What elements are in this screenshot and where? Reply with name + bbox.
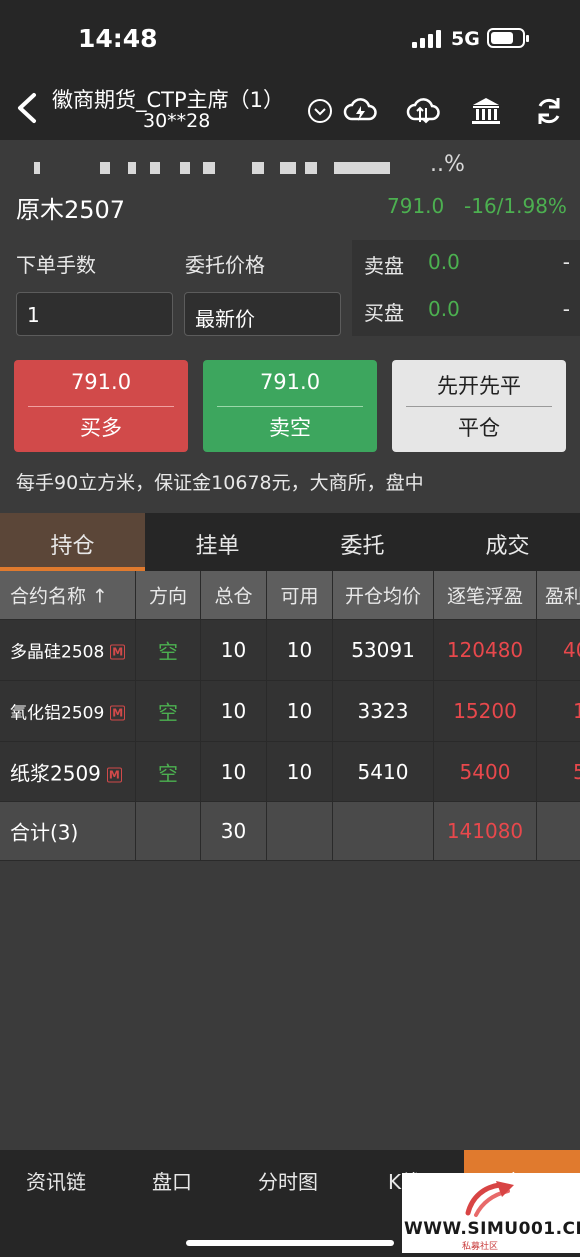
signal-icon bbox=[412, 30, 444, 48]
chevron-down-icon[interactable] bbox=[305, 96, 335, 126]
positions-table: 合约名称 ↑ 方向 总仓 可用 开仓均价 逐笔浮盈 盈利 多晶硅2508 M 空 … bbox=[0, 571, 580, 861]
header-total[interactable]: 总仓 bbox=[201, 571, 267, 620]
total-positions: 30 bbox=[201, 802, 267, 861]
home-indicator[interactable] bbox=[186, 1240, 394, 1246]
bid-label: 买盘 bbox=[364, 301, 404, 325]
row-float-pnl: 15200 bbox=[434, 681, 537, 742]
total-label: 合计(3) bbox=[0, 802, 136, 861]
contract-note: 每手90立方米，保证金10678元，大商所，盘中 bbox=[16, 472, 424, 494]
watermark-url: WWW.SIMU001.CN bbox=[404, 1219, 580, 1239]
battery-icon bbox=[487, 28, 529, 48]
cloud-sync-icon[interactable] bbox=[406, 94, 440, 128]
tab-positions[interactable]: 持仓 bbox=[0, 513, 145, 571]
row-contract: 氧化铝2509 M bbox=[0, 681, 136, 742]
blurred-info-strip: ..% bbox=[0, 140, 580, 190]
row-total: 10 bbox=[201, 620, 267, 681]
row-available: 10 bbox=[267, 742, 333, 802]
price-input[interactable]: 最新价 bbox=[184, 292, 341, 336]
order-book: 卖盘 0.0 - 买盘 0.0 - bbox=[352, 240, 580, 336]
row-direction: 空 bbox=[136, 681, 201, 742]
row-direction: 空 bbox=[136, 742, 201, 802]
sell-label: 卖空 bbox=[269, 416, 311, 440]
row-pnl: 5 bbox=[537, 742, 580, 802]
header-available[interactable]: 可用 bbox=[267, 571, 333, 620]
table-total-row: 合计(3) 30 141080 bbox=[0, 802, 580, 861]
row-float-pnl: 120480 bbox=[434, 620, 537, 681]
quote-row: 原木2507 791.0 -16/1.98% bbox=[0, 190, 580, 232]
account-number: 30**28 bbox=[143, 110, 211, 132]
row-contract: 多晶硅2508 M bbox=[0, 620, 136, 681]
table-row[interactable]: 多晶硅2508M 空 10 10 53091 120480 40 bbox=[0, 620, 580, 681]
qty-label: 下单手数 bbox=[16, 253, 96, 277]
buy-price: 791.0 bbox=[70, 370, 132, 394]
bid-volume: - bbox=[562, 297, 570, 321]
row-avg-price: 3323 bbox=[333, 681, 434, 742]
table-row[interactable]: 氧化铝2509 M 空 10 10 3323 15200 1 bbox=[0, 681, 580, 742]
back-icon[interactable] bbox=[12, 92, 44, 124]
partial-percent-text: ..% bbox=[430, 152, 465, 177]
network-type: 5G bbox=[451, 28, 480, 50]
refresh-icon[interactable] bbox=[532, 94, 566, 128]
ask-price: 0.0 bbox=[428, 250, 460, 274]
header-contract[interactable]: 合约名称 ↑ bbox=[0, 571, 136, 620]
watermark-logo bbox=[465, 1181, 514, 1217]
sell-short-button[interactable]: 791.0 卖空 bbox=[203, 360, 377, 452]
nav-order-book[interactable]: 盘口 bbox=[152, 1166, 192, 1195]
row-avg-price: 53091 bbox=[333, 620, 434, 681]
price-label: 委托价格 bbox=[185, 253, 265, 277]
status-time: 14:48 bbox=[78, 24, 158, 53]
last-price: 791.0 bbox=[387, 194, 445, 218]
ask-row: 卖盘 0.0 - bbox=[364, 250, 570, 280]
contract-name[interactable]: 原木2507 bbox=[16, 190, 125, 225]
header-bar: 徽商期货_CTP主席（1） 30**28 bbox=[0, 80, 580, 140]
ask-volume: - bbox=[562, 250, 570, 274]
nav-news-chain[interactable]: 资讯链 bbox=[26, 1166, 86, 1195]
bank-icon[interactable] bbox=[469, 94, 503, 128]
buy-label: 买多 bbox=[80, 416, 122, 440]
table-row[interactable]: 纸浆2509 M 空 10 10 5410 5400 5 bbox=[0, 742, 580, 802]
header-avg-price[interactable]: 开仓均价 bbox=[333, 571, 434, 620]
table-header: 合约名称 ↑ 方向 总仓 可用 开仓均价 逐笔浮盈 盈利 bbox=[0, 571, 580, 620]
row-total: 10 bbox=[201, 681, 267, 742]
close-label: 平仓 bbox=[458, 416, 500, 440]
buy-long-button[interactable]: 791.0 买多 bbox=[14, 360, 188, 452]
watermark: WWW.SIMU001.CN 私募社区 bbox=[402, 1173, 580, 1253]
header-pnl[interactable]: 盈利 bbox=[537, 571, 580, 620]
row-direction: 空 bbox=[136, 620, 201, 681]
cloud-upload-icon[interactable] bbox=[343, 94, 377, 128]
qty-input[interactable]: 1 bbox=[16, 292, 173, 336]
tab-pending-orders[interactable]: 挂单 bbox=[145, 513, 290, 571]
row-pnl: 40 bbox=[537, 620, 580, 681]
ask-label: 卖盘 bbox=[364, 254, 404, 278]
bid-row: 买盘 0.0 - bbox=[364, 297, 570, 327]
close-mode: 先开先平 bbox=[437, 374, 521, 398]
row-contract: 纸浆2509 M bbox=[0, 742, 136, 802]
row-float-pnl: 5400 bbox=[434, 742, 537, 802]
header-float-pnl[interactable]: 逐笔浮盈 bbox=[434, 571, 537, 620]
bid-price: 0.0 bbox=[428, 297, 460, 321]
sell-price: 791.0 bbox=[259, 370, 321, 394]
price-change: -16/1.98% bbox=[464, 194, 567, 218]
close-position-button[interactable]: 先开先平 平仓 bbox=[392, 360, 566, 452]
status-bar: 14:48 5G bbox=[0, 0, 580, 80]
row-available: 10 bbox=[267, 681, 333, 742]
watermark-tag: 私募社区 bbox=[462, 1242, 499, 1252]
row-avg-price: 5410 bbox=[333, 742, 434, 802]
row-total: 10 bbox=[201, 742, 267, 802]
tab-trades[interactable]: 成交 bbox=[435, 513, 580, 571]
header-direction[interactable]: 方向 bbox=[136, 571, 201, 620]
tab-bar: 持仓 挂单 委托 成交 bbox=[0, 513, 580, 571]
row-pnl: 1 bbox=[537, 681, 580, 742]
total-float-pnl: 141080 bbox=[434, 802, 537, 861]
nav-timeshare[interactable]: 分时图 bbox=[258, 1166, 318, 1195]
tab-orders[interactable]: 委托 bbox=[290, 513, 435, 571]
row-available: 10 bbox=[267, 620, 333, 681]
